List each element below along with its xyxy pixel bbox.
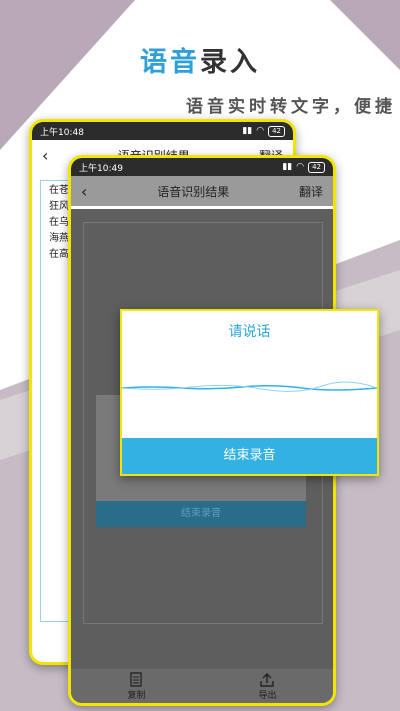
export-button[interactable]: 导出: [258, 672, 277, 701]
background-dialog-button: 结束录音: [96, 501, 306, 527]
stop-recording-button[interactable]: 结束录音: [122, 438, 377, 474]
translate-button[interactable]: 翻译: [299, 183, 323, 200]
headline-highlight: 语音: [140, 47, 200, 78]
headline-rest: 录入: [200, 47, 260, 78]
battery-icon: 42: [268, 125, 285, 137]
speech-dialog: 请说话 结束录音: [120, 309, 379, 476]
upload-icon: [260, 672, 275, 687]
back-icon[interactable]: ‹: [42, 146, 48, 165]
bottom-toolbar: 复制 导出: [71, 669, 333, 703]
page-title: 语音识别结果: [157, 184, 230, 199]
nav-bar: ‹ 语音识别结果 翻译: [71, 176, 333, 206]
status-icons: ▮▮ ◠ 42: [242, 125, 285, 137]
headline: 语音录入: [0, 40, 400, 79]
document-icon: [130, 671, 143, 687]
copy-button[interactable]: 复制: [127, 671, 146, 701]
copy-label: 复制: [127, 690, 146, 701]
status-bar: 上午10:49 ▮▮ ◠ 42: [71, 158, 333, 176]
status-icons: ▮▮ ◠ 42: [282, 161, 325, 173]
status-time: 上午10:48: [40, 127, 84, 138]
signal-icon: ▮▮: [242, 126, 253, 136]
battery-icon: 42: [308, 161, 325, 173]
dialog-title: 请说话: [228, 324, 271, 340]
back-icon[interactable]: ‹: [81, 182, 87, 201]
status-bar: 上午10:48 ▮▮ ◠ 42: [32, 122, 293, 140]
wifi-icon: ◠: [296, 162, 305, 172]
status-time: 上午10:49: [79, 163, 123, 174]
signal-icon: ▮▮: [282, 162, 293, 172]
export-label: 导出: [258, 690, 277, 701]
waveform-icon: [122, 381, 377, 392]
wifi-icon: ◠: [256, 126, 265, 136]
subheadline: 语音实时转文字，便捷: [186, 97, 396, 117]
